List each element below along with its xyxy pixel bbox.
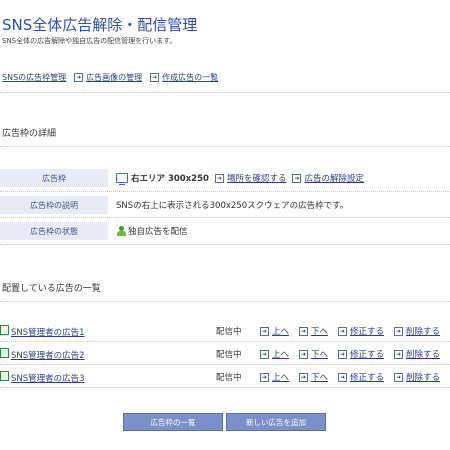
detail-value: 独自広告を配信 [116,225,188,237]
detail-section-title: 広告枠の詳細 [2,129,57,139]
edit-link[interactable]: 修正する [350,348,384,360]
arrow-link-icon: ➜ [298,372,308,382]
arrow-link-icon: ➜ [337,326,347,336]
delete-link[interactable]: 削除する [406,325,440,337]
check-location-link[interactable]: 場所を確認する [227,172,287,184]
arrow-link-icon: ➜ [150,73,160,82]
ad-release-settings-link[interactable]: 広告の解除設定 [304,172,364,184]
monitor-icon [116,173,128,185]
ads-section-title: 配置している広告の一覧 [2,284,101,294]
nav-created-ads-list[interactable]: 作成広告の一覧 [162,72,218,83]
arrow-link-icon: ➜ [298,349,308,359]
ad-name-link[interactable]: SNS管理者の広告2 [11,351,85,361]
move-up-link[interactable]: 上へ [272,348,289,360]
move-down-link[interactable]: 下へ [311,325,328,337]
ad-slot-list-button[interactable]: 広告枠の一覧 [123,413,223,431]
ad-slot-status: 独自広告を配信 [128,227,188,237]
divider [0,387,450,388]
ad-list-item: SNS管理者の広告3 配信中 ➜ 上へ ➜ 下へ ➜ 修正する ➜ 削除する [0,368,450,386]
arrow-link-icon: ➜ [393,326,403,336]
move-down-link[interactable]: 下へ [311,348,328,360]
arrow-link-icon: ➜ [393,349,403,359]
move-up-link[interactable]: 上へ [272,371,289,383]
arrow-link-icon: ➜ [259,349,269,359]
page-subtitle: SNS全体の広告解除や独自広告の配信管理を行います。 [2,37,177,45]
ad-status: 配信中 [215,350,242,360]
detail-row-description: 広告枠の説明 SNSの右上に表示される300x250スクウェアの広告枠です。 [0,195,450,215]
edit-link[interactable]: 修正する [350,325,384,337]
page-title: SNS全体広告解除・配信管理 [2,16,198,34]
arrow-link-icon: ➜ [337,349,347,359]
ad-status: 配信中 [215,327,242,337]
arrow-link-icon: ➜ [74,73,84,82]
arrow-link-icon: ➜ [214,173,224,183]
document-icon [0,324,9,335]
detail-label: 広告枠の状態 [0,222,108,240]
divider [0,217,450,218]
arrow-link-icon: ➜ [393,372,403,382]
arrow-link-icon: ➜ [298,326,308,336]
add-new-ad-button[interactable]: 新しい広告を追加 [226,413,326,431]
detail-value: 右エリア 300x250 ➜ 場所を確認する ➜ 広告の解除設定 [116,172,364,185]
person-icon [116,226,126,236]
divider [0,341,450,342]
arrow-link-icon: ➜ [259,326,269,336]
arrow-link-icon: ➜ [259,372,269,382]
ad-list-item: SNS管理者の広告1 配信中 ➜ 上へ ➜ 下へ ➜ 修正する ➜ 削除する [0,322,450,340]
move-up-link[interactable]: 上へ [272,325,289,337]
divider [0,364,450,365]
delete-link[interactable]: 削除する [406,371,440,383]
divider [0,191,450,192]
arrow-link-icon: ➜ [292,173,302,183]
divider [0,244,450,245]
divider [0,146,450,147]
document-icon [0,347,9,358]
detail-value: SNSの右上に表示される300x250スクウェアの広告枠です。 [116,201,349,211]
arrow-link-icon: ➜ [337,372,347,382]
divider [0,301,450,302]
top-nav: SNSの広告枠管理 ➜ 広告画像の管理 ➜ 作成広告の一覧 [2,72,218,83]
ad-name-link[interactable]: SNS管理者の広告1 [11,328,85,338]
ad-name-link[interactable]: SNS管理者の広告3 [11,374,85,384]
document-icon [0,370,9,381]
divider [0,92,450,93]
edit-link[interactable]: 修正する [350,371,384,383]
move-down-link[interactable]: 下へ [311,371,328,383]
detail-row-ad-slot: 広告枠 右エリア 300x250 ➜ 場所を確認する ➜ 広告の解除設定 [0,168,450,188]
detail-label: 広告枠の説明 [0,196,108,214]
ad-slot-name: 右エリア 300x250 [131,174,209,184]
ad-list-item: SNS管理者の広告2 配信中 ➜ 上へ ➜ 下へ ➜ 修正する ➜ 削除する [0,345,450,363]
detail-label: 広告枠 [0,169,108,187]
delete-link[interactable]: 削除する [406,348,440,360]
ad-status: 配信中 [215,373,242,383]
nav-ad-slot-management[interactable]: SNSの広告枠管理 [2,72,66,83]
detail-row-status: 広告枠の状態 独自広告を配信 [0,221,450,241]
nav-ad-image-management[interactable]: 広告画像の管理 [86,72,142,83]
